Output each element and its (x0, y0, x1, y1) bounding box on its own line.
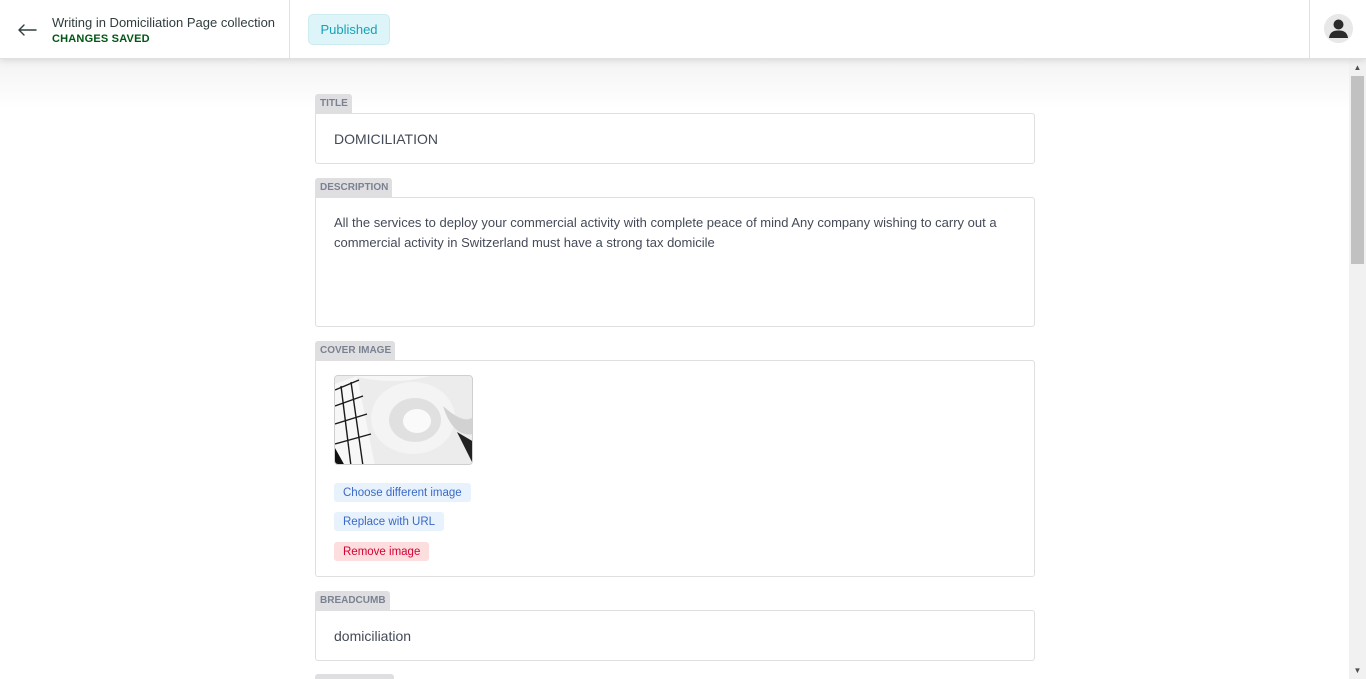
scroll-down-icon[interactable]: ▼ (1349, 662, 1366, 679)
next-field (315, 674, 1035, 679)
user-avatar-icon[interactable] (1324, 14, 1353, 43)
save-status: CHANGES SAVED (52, 33, 150, 45)
arrow-left-icon[interactable] (16, 20, 38, 40)
cover-image-field: COVER IMAGE Choose different image Repla… (315, 340, 1035, 577)
next-field-label (315, 674, 394, 679)
choose-image-button[interactable]: Choose different image (334, 483, 471, 502)
account-section (1309, 0, 1366, 59)
remove-image-button[interactable]: Remove image (334, 542, 430, 561)
collection-title: Writing in Domiciliation Page collection (52, 15, 276, 30)
cover-image-label: COVER IMAGE (315, 341, 396, 360)
vertical-scrollbar[interactable]: ▲ ▼ (1349, 59, 1366, 679)
replace-url-button[interactable]: Replace with URL (334, 512, 445, 531)
breadcumb-field: BREADCUMB domiciliation (315, 590, 1035, 661)
description-label: DESCRIPTION (315, 178, 393, 197)
description-textarea[interactable]: All the services to deploy your commerci… (315, 197, 1035, 327)
title-input[interactable]: DOMICILIATION (315, 113, 1035, 164)
scroll-thumb[interactable] (1351, 76, 1364, 264)
breadcumb-input[interactable]: domiciliation (315, 610, 1035, 661)
publish-status-button[interactable]: Published (308, 14, 390, 45)
app-header: Writing in Domiciliation Page collection… (0, 0, 1366, 59)
scroll-up-icon[interactable]: ▲ (1349, 59, 1366, 76)
title-field: TITLE DOMICILIATION (315, 93, 1035, 164)
cover-image-thumbnail[interactable] (334, 375, 473, 465)
description-field: DESCRIPTION All the services to deploy y… (315, 177, 1035, 327)
editor-content: TITLE DOMICILIATION DESCRIPTION All the … (0, 59, 1349, 679)
cover-image-box: Choose different image Replace with URL … (315, 360, 1035, 577)
breadcumb-label: BREADCUMB (315, 591, 390, 610)
title-label: TITLE (315, 94, 352, 113)
back-section: Writing in Domiciliation Page collection… (0, 0, 290, 59)
